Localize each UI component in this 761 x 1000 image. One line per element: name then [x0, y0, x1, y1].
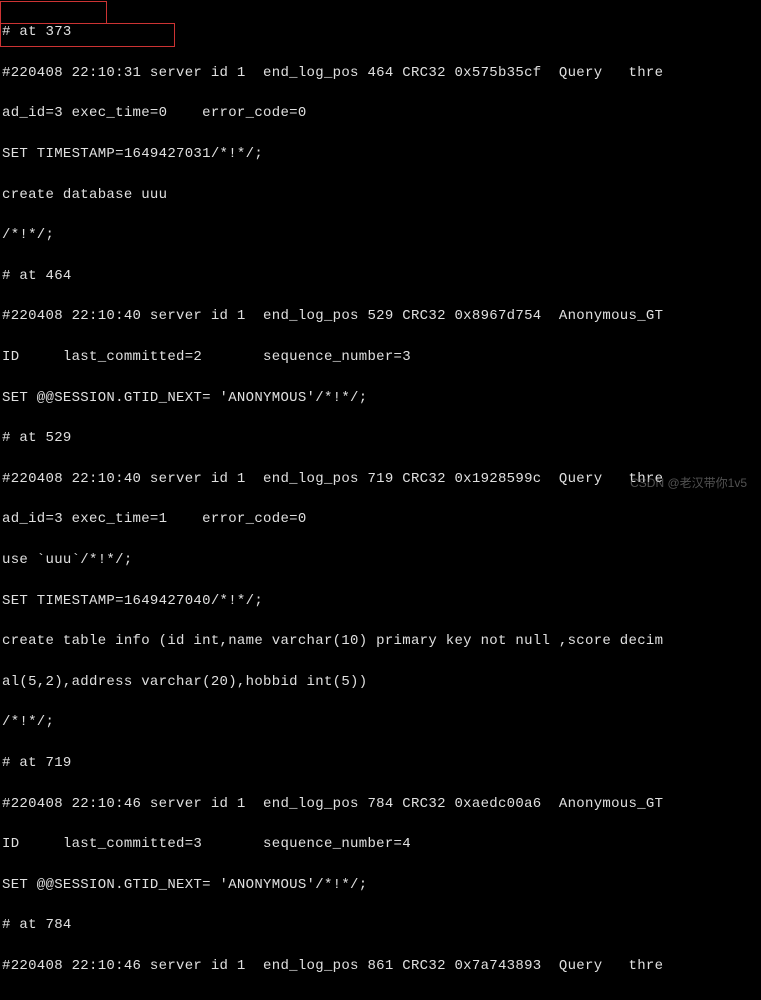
log-line: SET @@SESSION.GTID_NEXT= 'ANONYMOUS'/*!*… [2, 388, 759, 408]
log-line: SET TIMESTAMP=1649427031/*!*/; [2, 144, 759, 164]
watermark: CSDN @老汉带你1v5 [630, 475, 747, 492]
log-line: al(5,2),address varchar(20),hobbid int(5… [2, 672, 759, 692]
log-line: ad_id=3 exec_time=0 error_code=0 [2, 103, 759, 123]
log-line: ad_id=3 exec_time=0 error_code=0 [2, 997, 759, 1000]
log-line: create table info (id int,name varchar(1… [2, 631, 759, 651]
terminal-output: # at 373 #220408 22:10:31 server id 1 en… [2, 2, 759, 1000]
log-line: # at 373 [2, 22, 759, 42]
log-line: /*!*/; [2, 712, 759, 732]
log-line: /*!*/; [2, 225, 759, 245]
log-line: SET @@SESSION.GTID_NEXT= 'ANONYMOUS'/*!*… [2, 875, 759, 895]
log-line: use `uuu`/*!*/; [2, 550, 759, 570]
log-line: # at 784 [2, 915, 759, 935]
log-line: ID last_committed=3 sequence_number=4 [2, 834, 759, 854]
log-line: # at 464 [2, 266, 759, 286]
log-line: #220408 22:10:46 server id 1 end_log_pos… [2, 956, 759, 976]
log-line: SET TIMESTAMP=1649427040/*!*/; [2, 591, 759, 611]
log-line: #220408 22:10:46 server id 1 end_log_pos… [2, 794, 759, 814]
log-line: #220408 22:10:40 server id 1 end_log_pos… [2, 306, 759, 326]
log-line: # at 529 [2, 428, 759, 448]
log-line: create database uuu [2, 185, 759, 205]
log-line: ID last_committed=2 sequence_number=3 [2, 347, 759, 367]
log-line: # at 719 [2, 753, 759, 773]
log-line: ad_id=3 exec_time=1 error_code=0 [2, 509, 759, 529]
log-line: #220408 22:10:31 server id 1 end_log_pos… [2, 63, 759, 83]
